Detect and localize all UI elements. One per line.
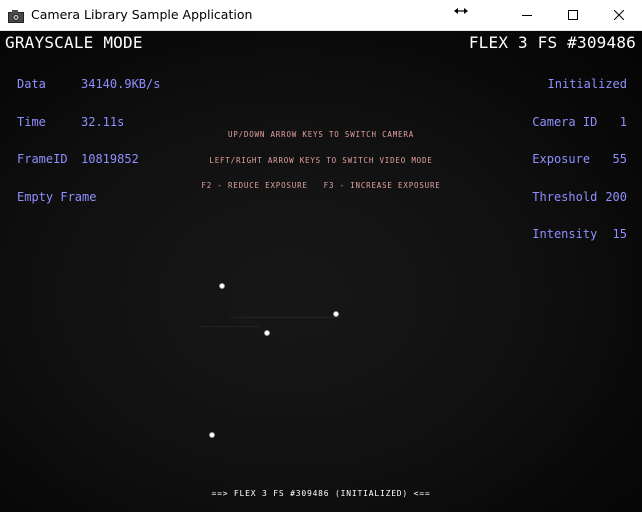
marker-spot [333, 311, 339, 317]
stat-value: 15 [612, 227, 627, 241]
help-line: LEFT/RIGHT ARROW KEYS TO SWITCH VIDEO MO… [209, 155, 433, 165]
help-line: F2 - REDUCE EXPOSURE F3 - INCREASE EXPOS… [201, 181, 441, 190]
stat-value: 34140.9KB/s [81, 77, 161, 91]
close-button[interactable] [596, 0, 642, 31]
faint-streak [230, 317, 340, 318]
stat-row-data: Data 34140.9KB/s [17, 78, 160, 91]
help-line: UP/DOWN ARROW KEYS TO SWITCH CAMERA [227, 130, 415, 139]
horizontal-resize-arrow-icon [453, 3, 469, 17]
minimize-button[interactable] [504, 0, 550, 31]
marker-spot [219, 283, 225, 289]
camera-app-icon[interactable] [8, 8, 24, 23]
marker-spot [264, 330, 270, 336]
marker-spot [209, 432, 215, 438]
app-window: Camera Library Sample Application GRAYSC… [0, 0, 642, 512]
camera-view[interactable]: GRAYSCALE MODE FLEX 3 FS #309486 Data 34… [0, 31, 642, 512]
video-mode-label: GRAYSCALE MODE [5, 33, 143, 52]
close-icon [614, 10, 624, 20]
stat-key: Intensity [532, 227, 598, 241]
stat-row-intensity: Intensity 15 [532, 228, 627, 241]
camera-footer-status: ==> FLEX 3 FS #309486 (INITIALIZED) <== [211, 489, 431, 498]
window-title: Camera Library Sample Application [31, 7, 253, 22]
faint-streak [200, 326, 260, 327]
minimize-icon [522, 15, 532, 16]
maximize-icon [568, 10, 578, 20]
title-bar[interactable]: Camera Library Sample Application [0, 0, 642, 31]
status-row: Initialized [532, 78, 627, 91]
maximize-button[interactable] [550, 0, 596, 31]
keyboard-help: UP/DOWN ARROW KEYS TO SWITCH CAMERA LEFT… [0, 114, 642, 208]
camera-status: Initialized [547, 77, 627, 91]
camera-name-label: FLEX 3 FS #309486 [468, 33, 636, 52]
stat-key: Data [17, 77, 46, 91]
